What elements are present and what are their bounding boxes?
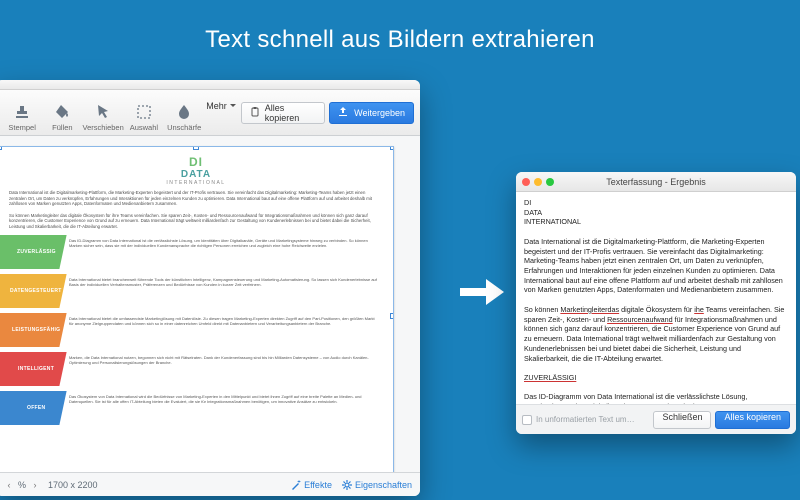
effects-button[interactable]: Effekte	[291, 480, 332, 490]
doc-feature-label: INTELLIGENT	[0, 352, 67, 386]
canvas-dimensions: 1700 x 2200	[48, 480, 98, 490]
page-headline: Text schnell aus Bildern extrahieren	[0, 0, 800, 54]
close-button[interactable]: Schließen	[653, 411, 711, 429]
marquee-icon	[135, 103, 153, 121]
zoom-increase[interactable]: ›	[30, 480, 40, 490]
tool-stamp[interactable]: Stempel	[2, 90, 42, 135]
properties-button[interactable]: Eigenschaften	[342, 480, 412, 490]
editor-window: Stempel Füllen Verschieben Auswahl Unsch…	[0, 80, 420, 496]
doc-brand-short: DI	[9, 155, 383, 169]
zoom-decrease[interactable]: ‹	[4, 480, 14, 490]
share-icon	[338, 107, 350, 119]
doc-feature: OFFENDas Ökosystem von Data Internationa…	[9, 391, 383, 425]
editor-titlebar	[0, 80, 420, 90]
copy-all-button[interactable]: Alles kopieren	[241, 102, 325, 124]
editor-canvas[interactable]: DI DATA INTERNATIONAL Data International…	[0, 136, 420, 472]
plaintext-checkbox[interactable]	[522, 415, 532, 425]
share-button[interactable]: Weitergeben	[329, 102, 414, 124]
doc-feature-body: Das Ökosystem von Data International wir…	[63, 391, 383, 425]
result-titlebar[interactable]: Texterfassung - Ergebnis	[516, 172, 796, 192]
tool-select[interactable]: Auswahl	[124, 90, 164, 135]
doc-feature-label: OFFEN	[0, 391, 67, 425]
tool-label: Verschieben	[83, 123, 124, 132]
result-text[interactable]: DIDATAINTERNATIONALData International is…	[516, 192, 796, 404]
doc-feature: LEISTUNGSFÄHIGData International bietet …	[9, 313, 383, 347]
doc-feature-label: LEISTUNGSFÄHIG	[0, 313, 67, 347]
selection-handle[interactable]	[0, 146, 2, 150]
tool-move[interactable]: Verschieben	[83, 90, 124, 135]
tool-fill[interactable]: Füllen	[42, 90, 82, 135]
copy-all-label: Alles kopieren	[265, 103, 316, 123]
doc-feature-body: Marken, die Data International nutzen, b…	[63, 352, 383, 386]
result-footer: In unformatierten Text um… Schließen All…	[516, 404, 796, 434]
editor-statusbar: ‹ % › 1700 x 2200 Effekte Eigenschaften	[0, 472, 420, 496]
doc-feature: DATENGESTEUERTData International bietet …	[9, 274, 383, 308]
droplet-icon	[175, 103, 193, 121]
effects-label: Effekte	[304, 480, 332, 490]
doc-feature-body: Das ID-Diagramm von Data International i…	[63, 235, 383, 269]
editor-toolbar: Stempel Füllen Verschieben Auswahl Unsch…	[0, 90, 420, 136]
result-title: Texterfassung - Ergebnis	[516, 177, 796, 187]
selection-handle[interactable]	[390, 146, 394, 150]
bucket-icon	[53, 103, 71, 121]
document-content: DI DATA INTERNATIONAL Data International…	[0, 147, 393, 438]
doc-brand-sub: INTERNATIONAL	[9, 180, 383, 186]
stamp-icon	[13, 103, 31, 121]
document-page[interactable]: DI DATA INTERNATIONAL Data International…	[0, 146, 394, 472]
zoom-control[interactable]: ‹ % ›	[4, 480, 40, 490]
doc-feature: INTELLIGENTMarken, die Data Internationa…	[9, 352, 383, 386]
selection-handle[interactable]	[390, 313, 394, 319]
share-label: Weitergeben	[354, 108, 405, 118]
doc-feature-label: DATENGESTEUERT	[0, 274, 67, 308]
wand-icon	[291, 480, 301, 490]
chevron-down-icon	[229, 102, 237, 110]
clipboard-icon	[250, 107, 261, 119]
doc-feature: ZUVERLÄSSIGDas ID-Diagramm von Data Inte…	[9, 235, 383, 269]
cursor-icon	[94, 103, 112, 121]
tool-blur[interactable]: Unschärfe	[164, 90, 204, 135]
plaintext-label: In unformatierten Text um…	[536, 415, 649, 424]
gear-icon	[342, 480, 352, 490]
tool-label: Füllen	[52, 123, 72, 132]
doc-intro2: So können Marketingleiter das digitale Ö…	[9, 213, 383, 230]
tool-label: Stempel	[8, 123, 36, 132]
more-label: Mehr	[206, 101, 227, 111]
doc-feature-body: Data International bietet branchenweit f…	[63, 274, 383, 308]
doc-feature-body: Data International bietet die umfassends…	[63, 313, 383, 347]
properties-label: Eigenschaften	[355, 480, 412, 490]
selection-handle[interactable]	[193, 146, 199, 150]
arrow-icon	[460, 275, 504, 309]
result-window: Texterfassung - Ergebnis DIDATAINTERNATI…	[516, 172, 796, 434]
toolbar-more[interactable]: Mehr	[206, 101, 237, 125]
tool-label: Unschärfe	[167, 123, 201, 132]
zoom-value: %	[18, 480, 26, 490]
tool-label: Auswahl	[130, 123, 158, 132]
copy-all-button[interactable]: Alles kopieren	[715, 411, 790, 429]
doc-intro1: Data International ist die Digitalmarket…	[9, 190, 383, 207]
doc-brand-name: DATA	[9, 169, 383, 180]
doc-feature-label: ZUVERLÄSSIG	[0, 235, 67, 269]
